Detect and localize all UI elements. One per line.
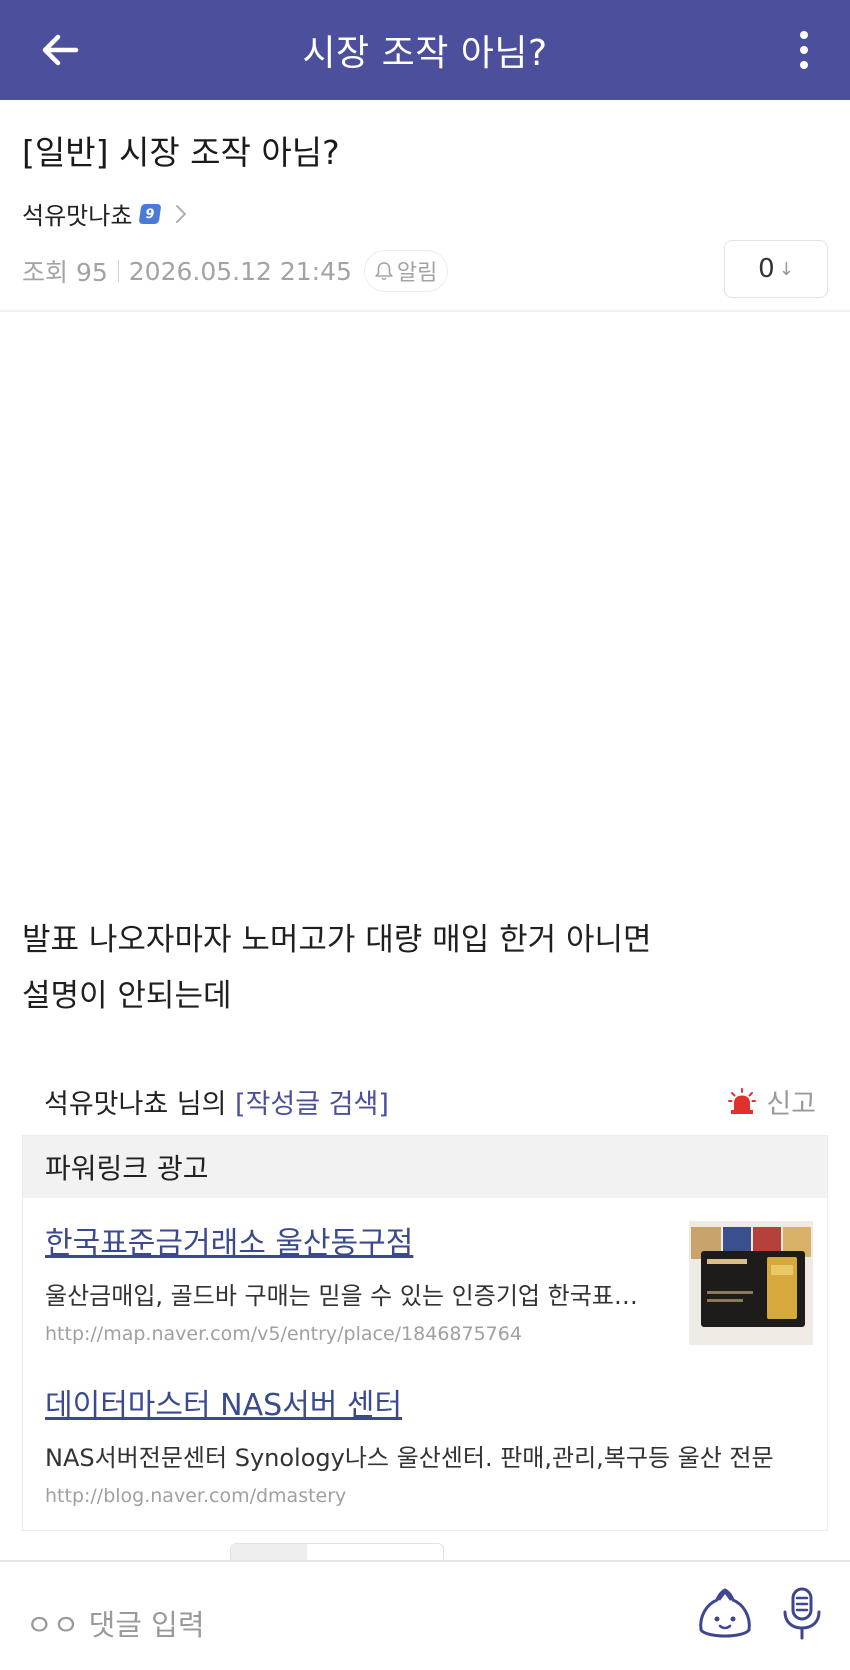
post-body-line: 설명이 안되는데: [22, 978, 232, 1014]
author-row[interactable]: 석유맛나쵸 9: [22, 196, 188, 231]
bell-icon: [374, 262, 393, 281]
microphone-icon[interactable]: [780, 1586, 824, 1642]
ad-thumbnail[interactable]: [689, 1221, 813, 1345]
vote-down-arrow-icon: ↓: [778, 258, 794, 280]
page-title: 시장 조작 아님?: [302, 33, 548, 74]
notify-label: 알림: [396, 261, 438, 286]
report-button[interactable]: 신고: [728, 1082, 816, 1121]
ad-item[interactable]: 한국표준금거래소 울산동구점 울산금매입, 골드바 구매는 믿을 수 있는 인증…: [45, 1218, 657, 1345]
comment-bar: ㅇㅇ 댓글 입력: [0, 1560, 850, 1670]
author-search-link[interactable]: [작성글 검색]: [235, 1089, 389, 1120]
ad-item[interactable]: 데이터마스터 NAS서버 센터 NAS서버전문센터 Synology나스 울산센…: [45, 1380, 811, 1507]
ad-description: 울산금매입, 골드바 구매는 믿을 수 있는 인증기업 한국표준금거래소: [45, 1282, 657, 1310]
app-bar: 시장 조작 아님?: [0, 0, 850, 100]
ad-url: http://map.naver.com/v5/entry/place/1846…: [45, 1323, 522, 1345]
vote-count: 0: [758, 254, 775, 284]
notify-button[interactable]: 알림: [363, 250, 449, 292]
view-count: 조회 95: [22, 258, 108, 287]
post-meta: 조회 95 2026.05.12 21:45 알림: [22, 250, 449, 292]
post-body-line: 발표 나오자마자 노머고가 대량 매입 한거 아니면: [22, 922, 652, 958]
more-options-icon[interactable]: [798, 30, 810, 70]
back-arrow-icon[interactable]: [38, 28, 82, 72]
ad-header: 파워링크 광고: [23, 1136, 827, 1198]
vote-button[interactable]: 0 ↓: [724, 240, 828, 298]
author-search-row: 석유맛나쵸 님의 [작성글 검색]: [44, 1082, 389, 1121]
ad-title-link[interactable]: 한국표준금거래소 울산동구점: [45, 1218, 657, 1262]
gold-bar-image: [689, 1221, 813, 1345]
comment-input[interactable]: ㅇㅇ 댓글 입력: [26, 1602, 205, 1644]
chevron-right-icon[interactable]: [174, 203, 188, 225]
post-image-area: [0, 312, 850, 892]
author-name[interactable]: 석유맛나쵸: [22, 196, 132, 231]
ad-title-link[interactable]: 데이터마스터 NAS서버 센터: [45, 1380, 811, 1424]
dumpling-emoji-icon[interactable]: [695, 1586, 755, 1644]
post-datetime: 2026.05.12 21:45: [128, 256, 352, 286]
author-search-prefix: 석유맛나쵸 님의: [44, 1089, 236, 1120]
meta-divider: [117, 260, 119, 282]
powerlink-ad-box: 파워링크 광고 한국표준금거래소 울산동구점 울산금매입, 골드바 구매는 믿을…: [22, 1135, 828, 1531]
level-badge-icon: 9: [139, 203, 162, 224]
report-label: 신고: [766, 1089, 816, 1120]
ad-description: NAS서버전문센터 Synology나스 울산센터. 판매,관리,복구등 울산 …: [45, 1444, 774, 1472]
post-body: 발표 나오자마자 노머고가 대량 매입 한거 아니면 설명이 안되는데: [22, 912, 822, 1024]
siren-icon: [728, 1087, 757, 1114]
ad-url: http://blog.naver.com/dmastery: [45, 1485, 347, 1507]
post-title: [일반] 시장 조작 아님?: [22, 133, 340, 172]
